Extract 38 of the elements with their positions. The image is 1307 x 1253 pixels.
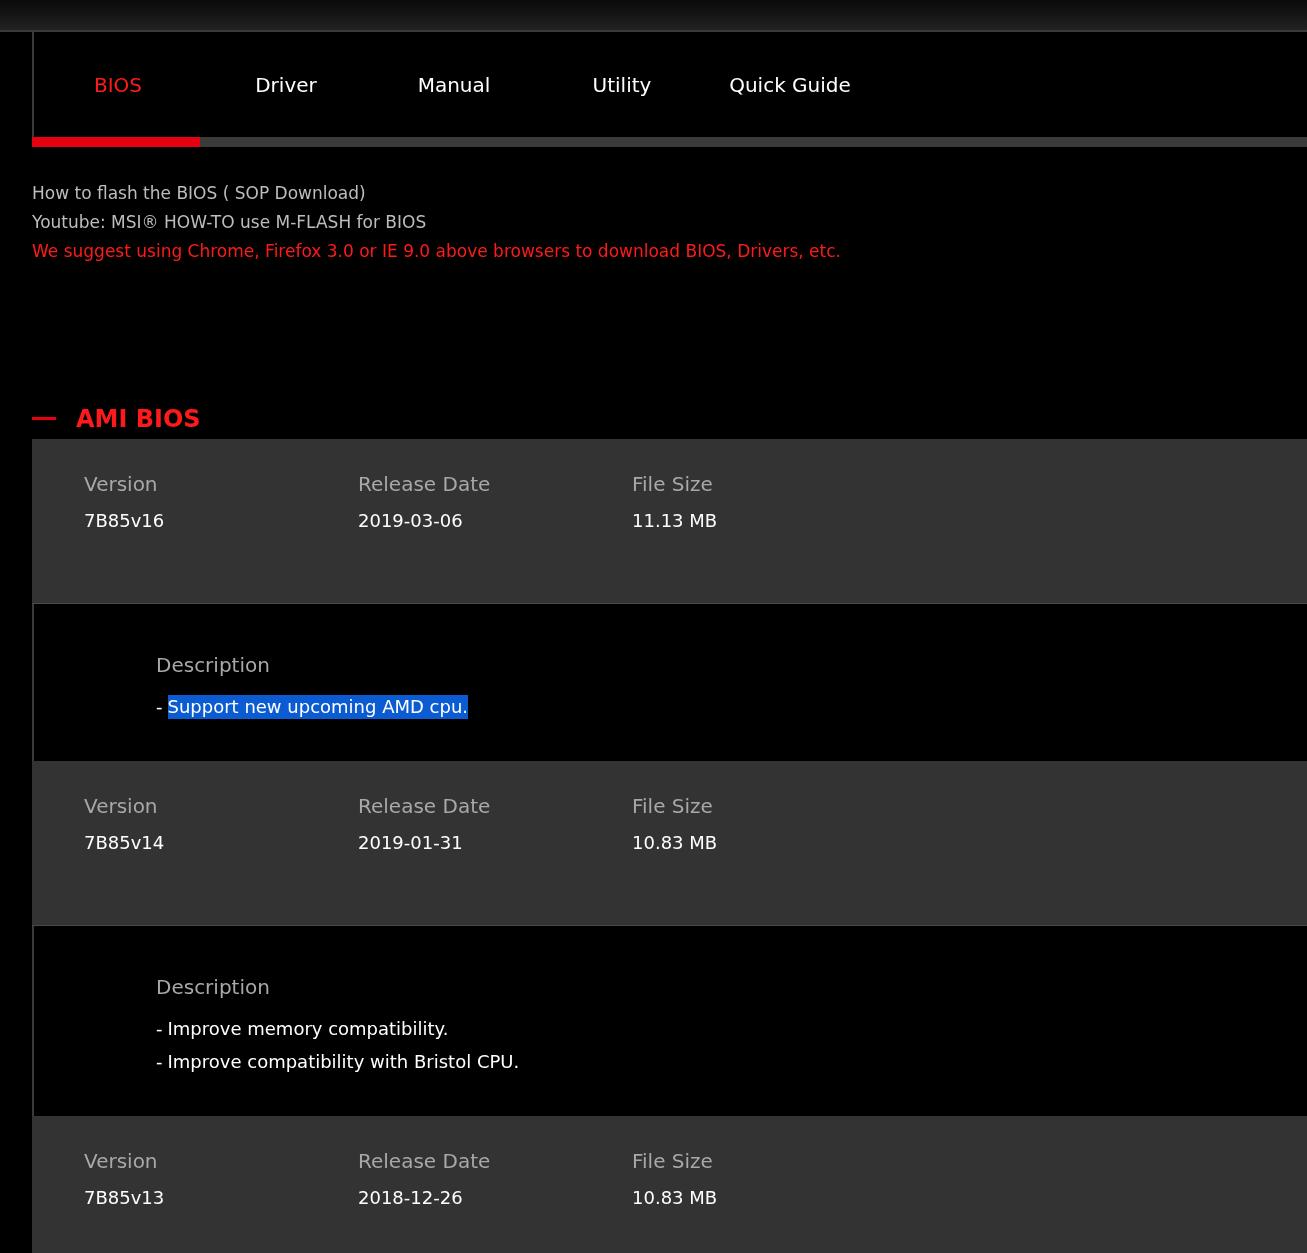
field-label: Release Date: [358, 1148, 491, 1175]
description-text: Improve memory compatibility.: [167, 1017, 449, 1041]
field-label: Version: [84, 793, 158, 820]
bullet: -: [156, 695, 163, 719]
field-value: 10.83 MB: [632, 1186, 718, 1210]
field-label: Version: [84, 471, 158, 498]
field-label: Release Date: [358, 793, 491, 820]
bullet: -: [156, 1017, 163, 1041]
help-link[interactable]: How to flash the BIOS ( SOP Download): [32, 181, 366, 205]
field-value: 11.13 MB: [632, 509, 718, 533]
field-label: Version: [84, 1148, 158, 1175]
tab[interactable]: Driver: [202, 69, 370, 100]
field-label: File Size: [632, 793, 713, 820]
field-value: 10.83 MB: [632, 831, 718, 855]
field-value: 7B85v13: [84, 1186, 165, 1210]
field-label: File Size: [632, 1148, 713, 1175]
selected-text: Support new upcoming AMD cpu.: [167, 694, 468, 719]
release-panel[interactable]: Version 7B85v13 Release Date 2018-12-26 File Size 10.83 MB: [32, 1116, 1307, 1253]
release-panel[interactable]: Version 7B85v16 Release Date 2019-03-06 File Size 11.13 MB: [32, 439, 1307, 604]
field-value: 7B85v14: [84, 831, 165, 855]
section-title: AMI BIOS: [76, 404, 201, 435]
description-text: Improve compatibility with Bristol CPU.: [167, 1050, 520, 1074]
release-panel[interactable]: Version 7B85v14 Release Date 2019-01-31 File Size 10.83 MB: [32, 761, 1307, 926]
field-value: 2019-03-06: [358, 509, 463, 533]
tab[interactable]: Quick Guide: [706, 69, 874, 100]
field-value: 7B85v16: [84, 509, 165, 533]
tab[interactable]: BIOS: [34, 69, 202, 100]
browser-notice: We suggest using Chrome, Firefox 3.0 or IE 9.0 above browsers to download BIOS, Drivers, etc.: [32, 240, 841, 263]
field-label: Release Date: [358, 471, 491, 498]
field-value: 2019-01-31: [358, 831, 463, 855]
description-label: Description: [156, 974, 270, 1001]
description-label: Description: [156, 652, 270, 679]
help-link[interactable]: Youtube: MSI® HOW-TO use M-FLASH for BIOS: [32, 210, 427, 234]
field-value: 2018-12-26: [358, 1186, 463, 1210]
field-label: File Size: [632, 471, 713, 498]
bullet: -: [156, 1050, 163, 1074]
tab[interactable]: Manual: [370, 69, 538, 100]
tab[interactable]: Utility: [538, 69, 706, 100]
